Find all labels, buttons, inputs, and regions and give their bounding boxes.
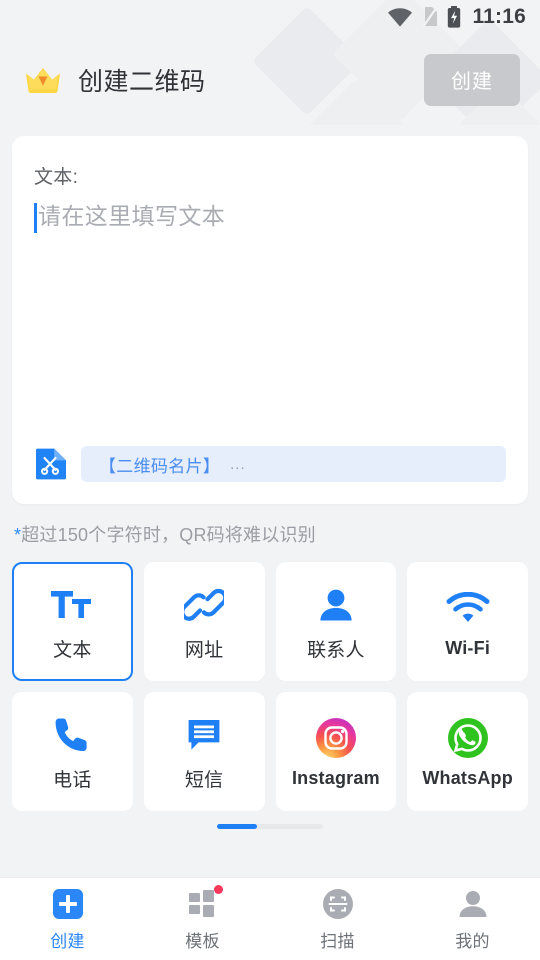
person-icon [456,887,490,921]
wifi-icon [387,7,413,27]
type-tile-sms[interactable]: 短信 [143,692,265,811]
type-tile-label: WhatsApp [422,767,513,788]
grid-icon [186,884,223,921]
grid-scroll-indicator [0,824,540,877]
clipboard-suggestion-chip[interactable]: 【二维码名片】 ... [81,446,506,482]
text-input[interactable]: 请在这里填写文本 [34,200,506,233]
type-tile-text[interactable]: 文本 [12,562,133,681]
type-tile-label: 文本 [53,639,92,661]
hint-text: 超过150个字符时，QR码将难以识别 [21,525,316,545]
template-badge-dot [213,884,223,894]
nav-item-template[interactable]: 模板 [135,878,270,960]
text-input-placeholder: 请在这里填写文本 [38,203,226,229]
nav-item-label: 创建 [50,931,85,951]
message-icon [186,712,222,758]
whatsapp-icon [447,715,489,761]
crown-icon [24,65,62,95]
type-tile-url[interactable]: 网址 [143,562,265,681]
person-icon [318,582,354,628]
page-title: 创建二维码 [78,67,206,96]
clipboard-suggestion-ellipsis: ... [230,455,246,473]
nav-item-scan[interactable]: 扫描 [270,878,405,960]
nav-item-label: 我的 [455,931,490,951]
nav-item-create[interactable]: 创建 [0,878,135,960]
status-bar: 11:16 [0,0,540,34]
wifi-icon [446,585,490,631]
scroll-thumb[interactable] [217,824,257,829]
link-icon [184,582,225,628]
text-input-card: 文本: 请在这里填写文本 【二维码名片】 ... [12,136,528,504]
battery-charging-icon [447,6,461,28]
type-tile-instagram[interactable]: Instagram [275,692,397,811]
nav-item-profile[interactable]: 我的 [405,878,540,960]
phone-icon [54,712,90,758]
create-button[interactable]: 创建 [424,53,520,106]
status-time: 11:16 [472,5,526,28]
nav-item-label: 模板 [185,931,220,951]
qr-type-grid: 文本 网址 联系人 Wi-Fi 电话 短信 Instagram WhatsApp [12,562,528,811]
plus-square-icon [51,887,85,921]
type-tile-label: 短信 [184,769,224,791]
header-region: 11:16 创建二维码 创建 [0,0,540,125]
no-sim-icon [422,6,439,28]
text-caret [34,203,37,233]
bottom-navigation: 创建 模板 扫描 我的 [0,877,540,960]
type-tile-label: 网址 [184,639,224,661]
app-bar: 创建二维码 创建 [0,34,540,125]
type-tile-wifi[interactable]: Wi-Fi [407,562,528,681]
scroll-track[interactable] [217,824,323,829]
char-limit-hint: *超过150个字符时，QR码将难以识别 [14,521,540,547]
clipboard-suggestion-text: 【二维码名片】 [99,456,221,476]
type-tile-contact[interactable]: 联系人 [275,562,397,681]
type-tile-label: Instagram [291,767,380,788]
type-tile-label: Wi-Fi [445,637,491,658]
type-tile-label: 电话 [53,769,92,791]
clipboard-scissors-icon[interactable] [34,447,68,481]
app-root: 11:16 创建二维码 创建 文本: 请在这里填写文本 【二维码名片】 ... … [0,0,540,960]
type-tile-label: 联系人 [307,639,365,661]
instagram-icon [315,715,357,761]
type-tile-whatsapp[interactable]: WhatsApp [407,692,528,811]
text-field-label: 文本: [34,167,79,188]
type-tile-phone[interactable]: 电话 [12,692,133,811]
scan-icon [321,887,355,921]
text-format-icon [50,582,94,628]
nav-item-label: 扫描 [320,931,355,951]
clipboard-suggestion-row: 【二维码名片】 ... [34,446,506,482]
